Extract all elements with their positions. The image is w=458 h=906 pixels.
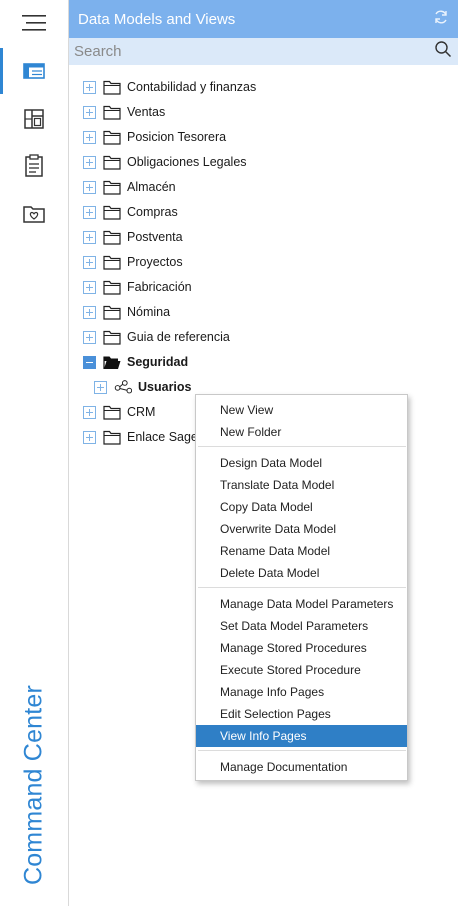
menu-separator [198,587,406,588]
menu-item-manage-stored-procedures[interactable]: Manage Stored Procedures [196,637,407,659]
folder-icon [103,330,121,345]
menu-item-edit-selection-pages[interactable]: Edit Selection Pages [196,703,407,725]
tree-item-label: Ventas [127,105,166,119]
expand-icon[interactable] [83,305,96,319]
expand-icon[interactable] [83,405,96,419]
folder-icon [103,105,121,120]
menu-separator [198,750,406,751]
menu-item-translate-data-model[interactable]: Translate Data Model [196,474,407,496]
tree-item[interactable]: Posicion Tesorera [83,125,226,149]
menu-item-manage-info-pages[interactable]: Manage Info Pages [196,681,407,703]
tree-item[interactable]: Contabilidad y finanzas [83,75,256,99]
tree-item-label: CRM [127,405,156,419]
expand-icon[interactable] [83,80,96,94]
expand-icon[interactable] [83,130,96,144]
expand-icon[interactable] [83,255,96,269]
tree-item[interactable]: Seguridad [83,350,188,374]
search-icon[interactable] [434,40,452,63]
data-models-icon[interactable] [0,48,68,94]
folder-icon [103,205,121,220]
expand-icon[interactable] [94,380,107,394]
search-bar [69,38,458,65]
folder-icon [103,180,121,195]
dashboard-icon[interactable] [0,96,68,142]
menu-item-rename-data-model[interactable]: Rename Data Model [196,540,407,562]
menu-item-new-view[interactable]: New View [196,399,407,421]
expand-icon[interactable] [83,180,96,194]
favorites-folder-icon[interactable] [0,191,68,237]
tree-item-label: Compras [127,205,178,219]
folder-icon [103,255,121,270]
tree-item-label: Proyectos [127,255,183,269]
refresh-icon[interactable] [433,9,449,30]
context-menu: New View New Folder Design Data Model Tr… [195,394,408,781]
folder-icon [103,230,121,245]
app-title: Command Center [19,684,48,886]
tree-item-label: Obligaciones Legales [127,155,247,169]
folder-icon [103,430,121,445]
menu-item-new-folder[interactable]: New Folder [196,421,407,443]
tree-item[interactable]: Guia de referencia [83,325,230,349]
expand-icon[interactable] [83,155,96,169]
tree-item-label: Usuarios [138,380,192,394]
expand-icon[interactable] [83,105,96,119]
folder-icon [103,305,121,320]
panel-title: Data Models and Views [78,10,236,28]
tree-item-label: Contabilidad y finanzas [127,80,257,94]
tree-item-label: Almacén [127,180,176,194]
expand-icon[interactable] [83,230,96,244]
collapse-icon[interactable] [83,355,96,369]
menu-item-manage-documentation[interactable]: Manage Documentation [196,756,407,778]
clipboard-icon[interactable] [0,143,68,189]
tree-item-label: Fabricación [127,280,192,294]
folder-icon [103,155,121,170]
menu-item-set-data-model-parameters[interactable]: Set Data Model Parameters [196,615,407,637]
expand-icon[interactable] [83,430,96,444]
tree-item[interactable]: Ventas [83,100,165,124]
data-model-icon [114,380,132,395]
folder-icon [103,80,121,95]
tree-item-label: Postventa [127,230,183,244]
tree-item[interactable]: Obligaciones Legales [83,150,247,174]
tree-item-label: Guia de referencia [127,330,230,344]
folder-open-icon [103,355,121,370]
menu-separator [198,446,406,447]
tree-item-label: Posicion Tesorera [127,130,227,144]
menu-item-execute-stored-procedure[interactable]: Execute Stored Procedure [196,659,407,681]
panel-header: Data Models and Views [69,0,458,38]
menu-item-design-data-model[interactable]: Design Data Model [196,452,407,474]
menu-item-overwrite-data-model[interactable]: Overwrite Data Model [196,518,407,540]
menu-item-delete-data-model[interactable]: Delete Data Model [196,562,407,584]
tree-item[interactable]: Usuarios [94,375,192,399]
folder-icon [103,280,121,295]
tree-item[interactable]: Nómina [83,300,170,324]
tree-item[interactable]: Compras [83,200,178,224]
search-input[interactable] [74,43,414,60]
menu-item-manage-data-model-parameters[interactable]: Manage Data Model Parameters [196,593,407,615]
tree-item-label: Seguridad [127,355,189,369]
folder-icon [103,405,121,420]
menu-item-copy-data-model[interactable]: Copy Data Model [196,496,407,518]
tree-item[interactable]: Fabricación [83,275,192,299]
tree-item[interactable]: Enlace Sage [83,425,198,449]
expand-icon[interactable] [83,205,96,219]
tree-item-label: Nómina [127,305,171,319]
left-rail: Command Center [0,0,69,906]
tree-item[interactable]: Proyectos [83,250,183,274]
tree-item-label: Enlace Sage [127,430,198,444]
tree-item[interactable]: Postventa [83,225,183,249]
hamburger-icon[interactable] [0,0,68,46]
expand-icon[interactable] [83,330,96,344]
tree-item[interactable]: CRM [83,400,155,424]
menu-item-view-info-pages[interactable]: View Info Pages [196,725,407,747]
expand-icon[interactable] [83,280,96,294]
folder-icon [103,130,121,145]
tree-item[interactable]: Almacén [83,175,176,199]
